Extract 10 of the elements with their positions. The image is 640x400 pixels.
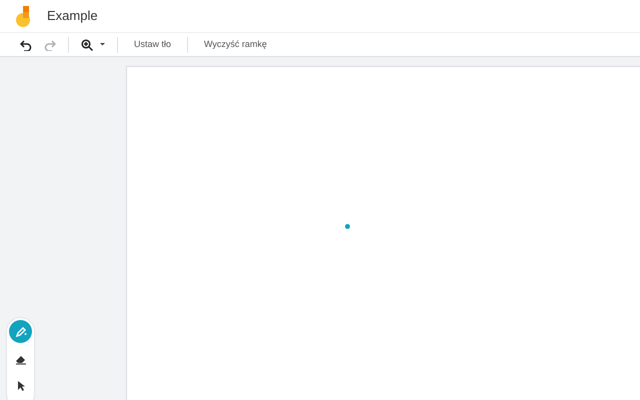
logo-icon	[16, 6, 31, 26]
undo-icon	[20, 38, 32, 50]
cursor-dot	[345, 224, 350, 229]
caret-icon	[100, 43, 105, 46]
redo-icon	[44, 38, 56, 50]
zoom-in-icon	[81, 38, 93, 50]
toolbar-action[interactable]: Ustaw tło	[126, 34, 180, 56]
pen-icon	[14, 326, 26, 338]
app-title: Example	[47, 7, 98, 26]
toolbar-action[interactable]: Wyczyść ramkę	[196, 34, 275, 56]
